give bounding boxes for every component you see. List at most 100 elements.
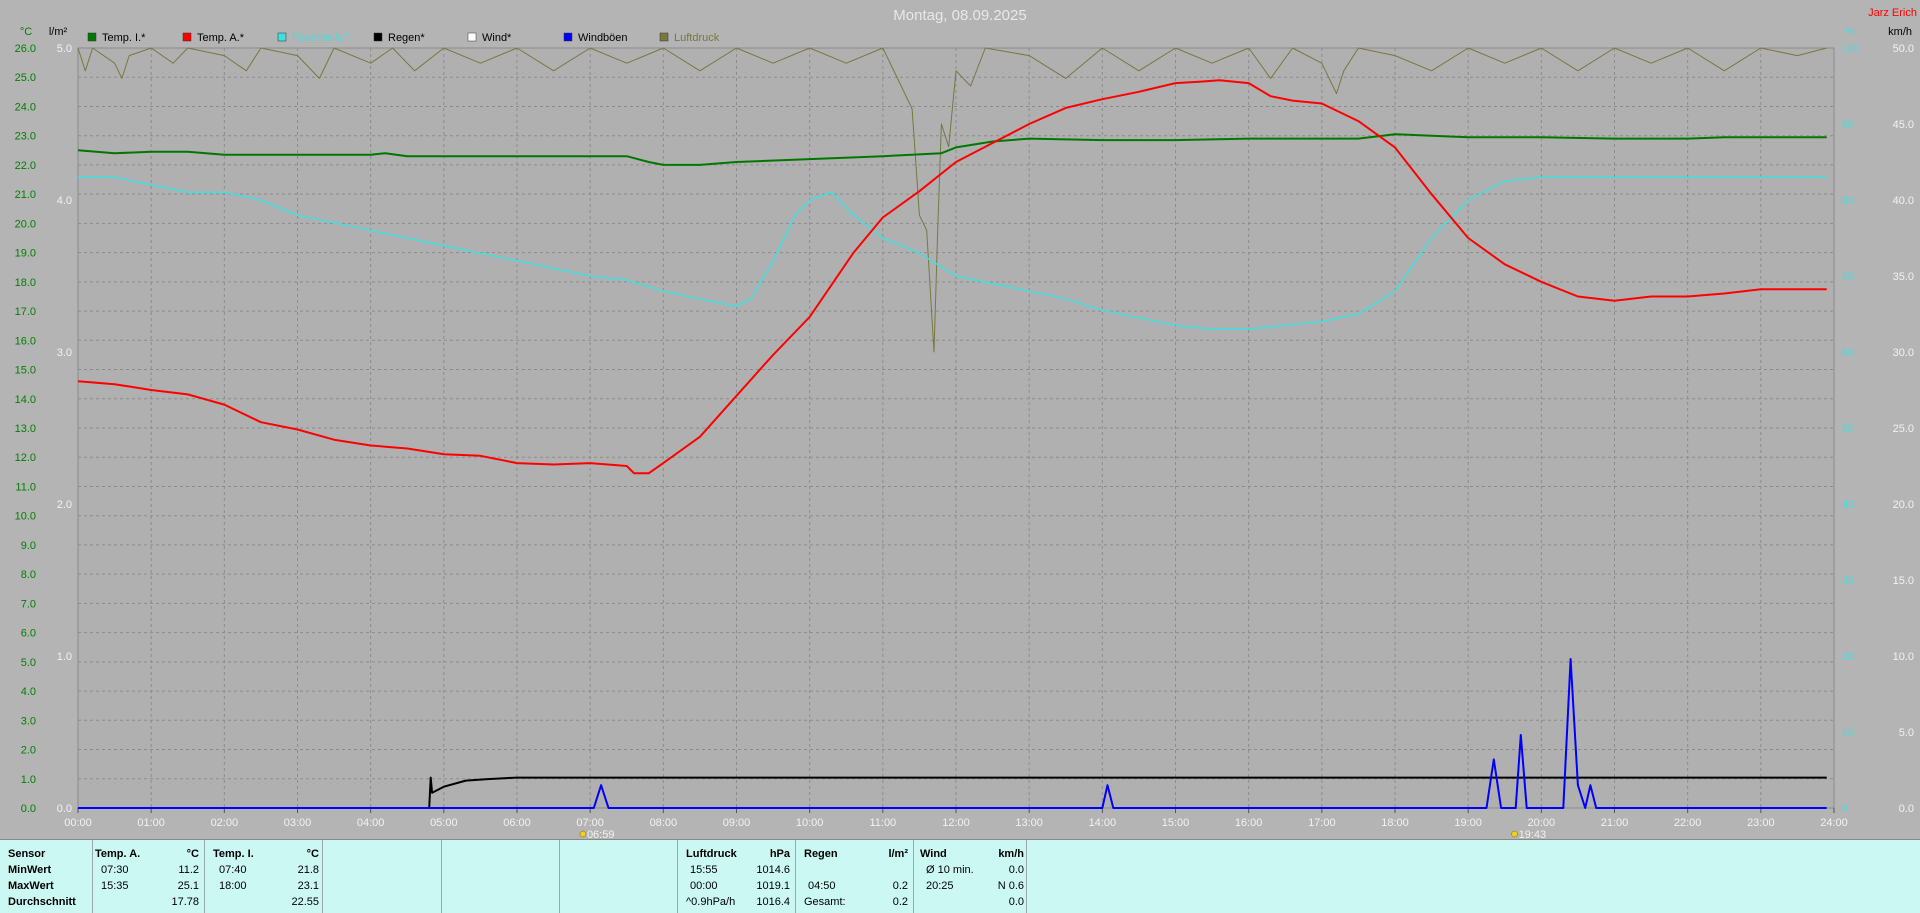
tick-label-humidity: 80: [1842, 195, 1854, 207]
tick-label-humidity: 0: [1842, 803, 1848, 815]
stats-wind-avg10-label: Ø 10 min.: [926, 864, 974, 876]
tick-label-humidity: 70: [1842, 271, 1854, 283]
tick-label-x: 10:00: [796, 817, 824, 829]
tick-label-temp: 12.0: [15, 452, 36, 464]
stats-sensor-header: Sensor: [8, 848, 46, 860]
stats-pressure-trend: ^0.9hPa/h: [686, 896, 736, 908]
legend-swatch: [277, 32, 287, 42]
legend-swatch: [563, 32, 573, 42]
legend-swatch: [659, 32, 669, 42]
stats-temp-a-unit: °C: [186, 848, 199, 860]
sun-mark-label: 06:59: [587, 829, 615, 839]
axis-label-temp: °C: [20, 26, 32, 38]
tick-label-x: 12:00: [942, 817, 970, 829]
tick-label-x: 07:00: [576, 817, 604, 829]
tick-label-temp: 23.0: [15, 131, 36, 143]
tick-label-temp: 16.0: [15, 335, 36, 347]
stats-temp-a-header: Temp. A.: [95, 848, 141, 860]
tick-label-humidity: 50: [1842, 423, 1854, 435]
tick-label-x: 15:00: [1162, 817, 1190, 829]
tick-label-wind: 50.0: [1893, 43, 1914, 55]
axis-label-rain: l/m²: [49, 26, 68, 38]
tick-label-temp: 6.0: [21, 628, 36, 640]
stats-wind-max-time: 20:25: [926, 880, 954, 892]
tick-label-temp: 3.0: [21, 715, 36, 727]
tick-label-wind: 15.0: [1893, 575, 1914, 587]
stats-rain-unit: l/m²: [888, 848, 908, 860]
legend-swatch: [87, 32, 97, 42]
tick-label-humidity: 40: [1842, 499, 1854, 511]
stats-temp-a-max-value: 25.1: [177, 880, 199, 892]
tick-label-wind: 0.0: [1899, 803, 1914, 815]
stats-pressure-max-time: 00:00: [690, 880, 718, 892]
axis-label-wind: km/h: [1888, 26, 1912, 38]
tick-label-temp: 19.0: [15, 248, 36, 260]
tick-label-rain: 3.0: [57, 347, 72, 359]
tick-label-wind: 30.0: [1893, 347, 1914, 359]
stats-pressure-min-time: 15:55: [690, 864, 718, 876]
tick-label-x: 22:00: [1674, 817, 1702, 829]
stats-temp-i-min-value: 21.8: [297, 864, 319, 876]
tick-label-temp: 24.0: [15, 101, 36, 113]
tick-label-x: 16:00: [1235, 817, 1263, 829]
sun-marks: 06:59 19:43: [579, 829, 1547, 839]
stats-temp-a-min-time: 07:30: [101, 864, 129, 876]
tick-label-temp: 2.0: [21, 745, 36, 757]
tick-label-x: 09:00: [723, 817, 751, 829]
tick-label-temp: 9.0: [21, 540, 36, 552]
legend-item-label: Feuchte A.*: [292, 32, 350, 44]
chart-title: Montag, 08.09.2025: [893, 7, 1026, 24]
tick-label-x: 08:00: [650, 817, 678, 829]
tick-label-humidity: 100: [1842, 43, 1860, 55]
stats-wind-avg-value: 0.0: [1008, 896, 1024, 908]
tick-label-humidity: 90: [1842, 119, 1854, 131]
tick-label-humidity: 10: [1842, 727, 1854, 739]
stats-temp-a-max-time: 15:35: [101, 880, 129, 892]
tick-label-x: 24:00: [1820, 817, 1848, 829]
stats-row-label-min: MinWert: [8, 864, 52, 876]
stats-temp-i-max-time: 18:00: [219, 880, 247, 892]
stats-empty-column-2: [441, 840, 560, 913]
tick-label-temp: 20.0: [15, 218, 36, 230]
tick-label-x: 02:00: [211, 817, 239, 829]
stats-pressure-unit: hPa: [769, 848, 790, 860]
sun-mark-label: 19:43: [1519, 829, 1547, 839]
statistics-panel: Sensor MinWert MaxWert Durchschnitt Temp…: [0, 839, 1920, 913]
tick-label-wind: 40.0: [1893, 195, 1914, 207]
stats-rain-max-value: 0.2: [892, 880, 908, 892]
tick-label-temp: 25.0: [15, 72, 36, 84]
stats-empty-column-3: [559, 840, 678, 913]
tick-label-x: 19:00: [1454, 817, 1482, 829]
tick-label-x: 06:00: [503, 817, 531, 829]
stats-wind-column: Wind km/h Ø 10 min. 0.0 20:25 N 0.6 0.0: [913, 840, 1027, 913]
tick-label-x: 18:00: [1381, 817, 1409, 829]
stats-rain-total-value: 0.2: [892, 896, 908, 908]
stats-temp-a-min-value: 11.2: [178, 864, 199, 876]
stats-rain-header: Regen: [804, 848, 838, 860]
stats-temp-i-column: Temp. I. °C 07:40 21.8 18:00 23.1 22.55: [204, 840, 323, 913]
tick-label-humidity: 30: [1842, 575, 1854, 587]
tick-label-wind: 25.0: [1893, 423, 1914, 435]
tick-label-x: 04:00: [357, 817, 385, 829]
stats-temp-i-unit: °C: [306, 848, 319, 860]
stats-wind-header: Wind: [920, 848, 947, 860]
axis-label-humidity: %: [1845, 26, 1855, 38]
stats-wind-max-value: N 0.6: [997, 880, 1024, 892]
chart-svg: Montag, 08.09.2025 Jarz Erich Temp. I.* T…: [15, 7, 1917, 839]
tick-label-temp: 21.0: [15, 189, 36, 201]
stats-rain-column: Regen l/m² 04:50 0.2 Gesamt: 0.2: [795, 840, 914, 913]
tick-label-temp: 14.0: [15, 394, 36, 406]
sun-icon: [1511, 830, 1518, 838]
stats-sensor-column: Sensor MinWert MaxWert Durchschnitt: [0, 840, 92, 913]
stats-pressure-header: Luftdruck: [686, 848, 737, 860]
tick-label-temp: 1.0: [21, 774, 36, 786]
legend-swatch: [467, 32, 477, 42]
stats-pressure-min-value: 1014.6: [756, 864, 790, 876]
sun-icon: [579, 830, 587, 838]
author-label: Jarz Erich: [1868, 7, 1917, 19]
stats-temp-i-avg-value: 22.55: [291, 896, 319, 908]
tick-label-temp: 22.0: [15, 160, 36, 172]
stats-temp-a-column: Temp. A. °C 07:30 11.2 15:35 25.1 17.78: [92, 840, 205, 913]
tick-label-x: 14:00: [1089, 817, 1117, 829]
stats-rain-total-label: Gesamt:: [804, 896, 846, 908]
